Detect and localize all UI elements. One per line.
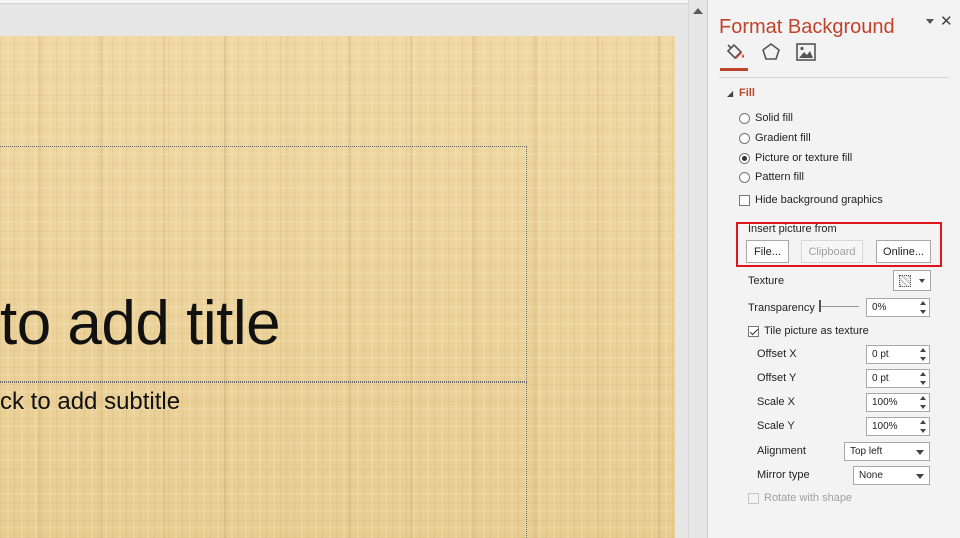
clipboard-button[interactable]: Clipboard <box>801 240 863 263</box>
subtitle-placeholder-text[interactable]: ck to add subtitle <box>0 388 180 416</box>
scale-x-label: Scale X <box>757 396 795 408</box>
offset-y-value[interactable]: 0 pt <box>872 373 889 384</box>
pattern-fill-option[interactable]: Pattern fill <box>739 169 804 185</box>
slide-canvas[interactable]: to add title ck to add subtitle <box>0 36 675 538</box>
transparency-label: Transparency <box>748 302 815 314</box>
checkbox-checked[interactable] <box>748 325 759 337</box>
spinner-arrows-icon[interactable] <box>920 301 927 314</box>
slide-editor: to add title ck to add subtitle <box>0 0 688 538</box>
transparency-value[interactable]: 0% <box>872 302 886 313</box>
chevron-down-icon <box>919 279 925 283</box>
scroll-up-arrow-icon[interactable] <box>693 8 703 14</box>
close-icon[interactable]: ✕ <box>940 14 953 30</box>
mirror-type-label: Mirror type <box>757 469 810 481</box>
scale-y-spinner[interactable]: 100% <box>866 417 930 436</box>
alignment-value[interactable]: Top left <box>850 446 882 457</box>
tile-picture-option[interactable]: Tile picture as texture <box>748 323 869 339</box>
offset-y-label: Offset Y <box>757 372 797 384</box>
picture-icon[interactable] <box>794 40 818 64</box>
fill-section-header[interactable]: Fill <box>739 87 755 99</box>
divider <box>719 77 949 78</box>
title-placeholder-text[interactable]: to add title <box>0 288 281 359</box>
spinner-arrows-icon[interactable] <box>920 420 927 433</box>
radio-button[interactable] <box>739 132 750 144</box>
picture-texture-fill-option[interactable]: Picture or texture fill <box>739 150 852 166</box>
offset-x-spinner[interactable]: 0 pt <box>866 345 930 364</box>
option-label: Solid fill <box>755 112 793 124</box>
hide-background-graphics-option[interactable]: Hide background graphics <box>739 192 883 208</box>
spinner-arrows-icon[interactable] <box>920 348 927 361</box>
checkbox[interactable] <box>739 194 750 206</box>
fill-bucket-icon[interactable] <box>723 40 747 64</box>
solid-fill-option[interactable]: Solid fill <box>739 110 793 126</box>
radio-button[interactable] <box>739 112 750 124</box>
scale-x-value[interactable]: 100% <box>872 397 898 408</box>
checkbox-disabled[interactable] <box>748 492 759 504</box>
radio-button-selected[interactable] <box>739 152 750 164</box>
file-button[interactable]: File... <box>746 240 789 263</box>
collapse-caret-icon[interactable]: ◢ <box>727 89 733 98</box>
scale-y-value[interactable]: 100% <box>872 421 898 432</box>
mirror-type-dropdown[interactable]: None <box>853 466 930 485</box>
insert-picture-label: Insert picture from <box>748 223 837 235</box>
offset-x-label: Offset X <box>757 348 797 360</box>
scale-y-label: Scale Y <box>757 420 795 432</box>
chevron-down-icon[interactable] <box>916 450 924 455</box>
active-tab-indicator <box>720 68 748 71</box>
format-background-pane: Format Background ✕ ◢ Fill Solid fill Gr… <box>707 0 960 538</box>
alignment-label: Alignment <box>757 445 806 457</box>
offset-x-value[interactable]: 0 pt <box>872 349 889 360</box>
texture-dropdown[interactable] <box>893 270 931 291</box>
option-label: Picture or texture fill <box>755 152 853 164</box>
alignment-dropdown[interactable]: Top left <box>844 442 930 461</box>
ribbon-edge <box>0 0 688 4</box>
pentagon-effects-icon[interactable] <box>759 40 783 64</box>
transparency-slider-thumb[interactable] <box>819 300 821 312</box>
spinner-arrows-icon[interactable] <box>920 396 927 409</box>
scale-x-spinner[interactable]: 100% <box>866 393 930 412</box>
gradient-fill-option[interactable]: Gradient fill <box>739 130 811 146</box>
pane-title: Format Background <box>719 16 895 38</box>
option-label: Tile picture as texture <box>764 325 869 337</box>
transparency-slider-track[interactable] <box>819 306 859 307</box>
mirror-type-value[interactable]: None <box>859 470 883 481</box>
chevron-down-icon[interactable] <box>916 474 924 479</box>
texture-swatch-icon <box>899 275 911 287</box>
offset-y-spinner[interactable]: 0 pt <box>866 369 930 388</box>
option-label: Hide background graphics <box>755 194 883 206</box>
option-label: Gradient fill <box>755 132 811 144</box>
online-button[interactable]: Online... <box>876 240 931 263</box>
option-label: Pattern fill <box>755 171 804 183</box>
vertical-scrollbar[interactable] <box>688 0 706 538</box>
rotate-with-shape-option[interactable]: Rotate with shape <box>748 490 852 506</box>
pane-options-chevron-down-icon[interactable] <box>926 19 934 24</box>
radio-button[interactable] <box>739 171 750 183</box>
option-label: Rotate with shape <box>764 492 853 504</box>
texture-label: Texture <box>748 275 785 287</box>
spinner-arrows-icon[interactable] <box>920 372 927 385</box>
transparency-spinner[interactable]: 0% <box>866 298 930 317</box>
